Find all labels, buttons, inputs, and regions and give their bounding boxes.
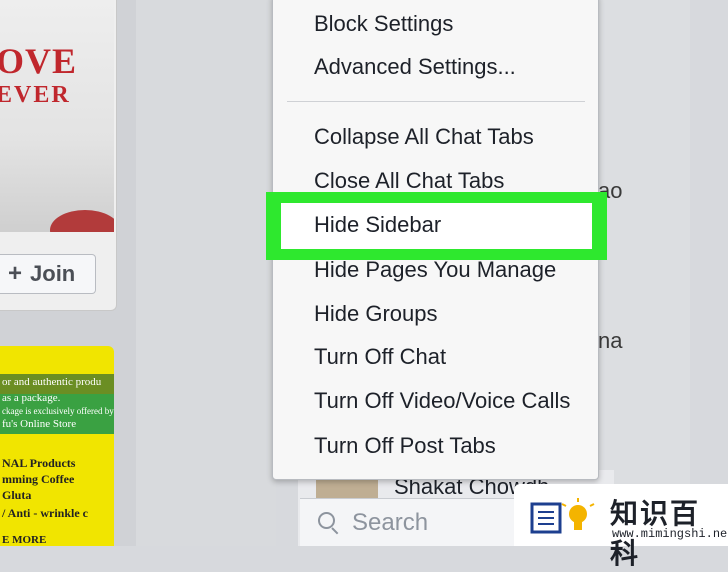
menu-item-turn-off-post-tabs[interactable]: Turn Off Post Tabs <box>314 433 496 459</box>
join-button-label: Join <box>30 261 76 286</box>
ad-text-line: as a package. <box>2 392 61 404</box>
plus-icon: + <box>8 260 23 287</box>
chat-contact-fragment[interactable]: na <box>598 328 622 354</box>
search-placeholder: Search <box>352 508 429 536</box>
ad-text-line: ckage is exclusively offered by <box>2 406 114 416</box>
book-bulb-icon <box>530 498 595 534</box>
ad-text-line: / Anti - wrinkle c <box>2 506 88 520</box>
sponsored-ad-image[interactable]: or and authentic produ as a package. cka… <box>0 346 114 546</box>
search-icon <box>318 511 340 534</box>
chat-sidebar <box>590 0 690 546</box>
menu-item-hide-pages-you-manage[interactable]: Hide Pages You Manage <box>314 257 556 283</box>
ad-text-line: Gluta <box>2 488 32 502</box>
ad-image[interactable]: OVE EVER <box>0 0 114 232</box>
ad-text-line: NAL Products <box>2 456 76 470</box>
ad-text-line: fu's Online Store <box>2 418 77 430</box>
watermark: 知识百科 www.mimingshi.net <box>514 484 728 569</box>
watermark-url: www.mimingshi.net <box>612 527 728 541</box>
menu-item-hide-groups[interactable]: Hide Groups <box>314 301 438 327</box>
ad-subheadline: EVER <box>0 82 71 108</box>
ad-text-line: E MORE <box>2 534 47 546</box>
menu-item-hide-sidebar-label: Hide Sidebar <box>314 212 442 237</box>
menu-divider <box>287 101 585 102</box>
highlight-outline: Hide Sidebar <box>266 192 607 260</box>
ad-text-line: mming Coffee <box>2 472 75 486</box>
ad-headline: OVE <box>0 41 78 81</box>
menu-item-turn-off-video-voice-calls[interactable]: Turn Off Video/Voice Calls <box>314 388 570 414</box>
feed-gutter <box>136 0 276 546</box>
ad-image-detail <box>50 210 114 232</box>
menu-item-turn-off-chat[interactable]: Turn Off Chat <box>314 344 446 370</box>
menu-item-close-all-chat-tabs[interactable]: Close All Chat Tabs <box>314 168 504 194</box>
menu-item-collapse-all-chat-tabs[interactable]: Collapse All Chat Tabs <box>314 124 534 150</box>
menu-item-advanced-settings[interactable]: Advanced Settings... <box>314 54 516 80</box>
menu-item-block-settings[interactable]: Block Settings <box>314 11 453 37</box>
ad-text-line: or and authentic produ <box>2 376 102 388</box>
join-button[interactable]: + Join <box>0 254 96 294</box>
